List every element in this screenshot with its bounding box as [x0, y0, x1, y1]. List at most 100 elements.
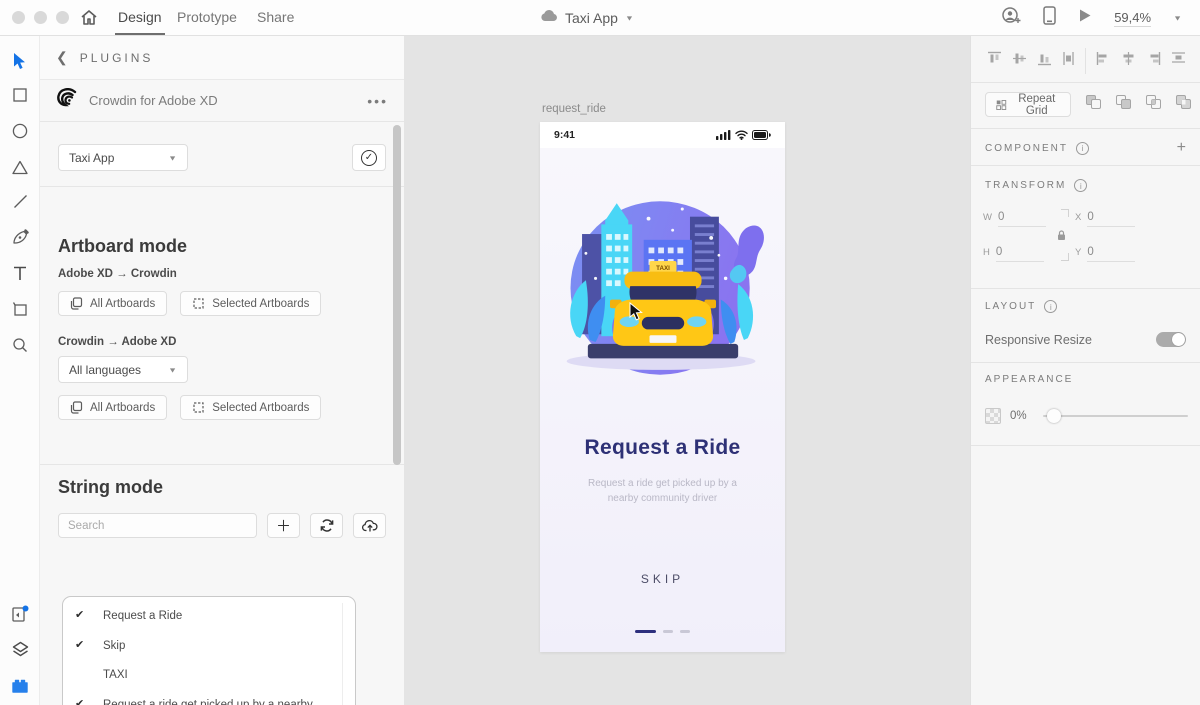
page-indicator	[540, 630, 785, 633]
crowdin-logo-icon	[56, 88, 78, 113]
selected-artboards-download-button[interactable]: Selected Artboards	[180, 395, 322, 420]
opacity-value[interactable]: 0%	[1010, 410, 1034, 422]
info-icon[interactable]: i	[1074, 179, 1088, 192]
phone-screen: TAXI Request a Ride Request a ride get p…	[540, 148, 785, 652]
project-select[interactable]: Taxi App ▼	[58, 144, 188, 171]
divider	[971, 165, 1200, 166]
device-preview-icon[interactable]	[1043, 6, 1056, 30]
plugin-manager-icon[interactable]	[0, 672, 40, 698]
list-item[interactable]: ✔ Request a Ride	[63, 597, 355, 631]
list-item[interactable]: ✔ Request a ride get picked up by a near…	[63, 690, 355, 705]
distribute-horizontal-icon[interactable]	[1171, 51, 1186, 71]
divider	[971, 82, 1200, 83]
layout-section-header: LAYOUT i	[985, 300, 1058, 313]
text-tool[interactable]	[0, 260, 40, 286]
height-field[interactable]: 0	[995, 246, 1044, 262]
boolean-exclude-icon[interactable]	[1175, 94, 1192, 115]
x-field[interactable]: 0	[1087, 211, 1136, 227]
selected-artboards-button[interactable]: Selected Artboards	[180, 291, 322, 316]
opacity-slider[interactable]	[1043, 409, 1188, 423]
xd-to-crowdin-label: Adobe XD → Crowdin	[58, 268, 177, 280]
pen-tool[interactable]	[0, 224, 40, 250]
ellipse-tool[interactable]	[0, 118, 40, 144]
refresh-strings-button[interactable]	[310, 513, 343, 538]
document-switcher[interactable]: Taxi App ▼	[540, 0, 634, 36]
panel-scrollbar[interactable]	[393, 125, 401, 465]
languages-select[interactable]: All languages ▼	[58, 356, 188, 383]
repeat-grid-button[interactable]: Repeat Grid	[985, 92, 1071, 117]
plugins-panel-icon[interactable]	[0, 601, 40, 627]
tab-design[interactable]: Design	[115, 0, 165, 35]
invite-user-icon[interactable]	[1001, 6, 1021, 30]
play-preview-icon[interactable]	[1078, 8, 1092, 28]
search-input[interactable]	[58, 513, 257, 538]
select-tool[interactable]	[0, 48, 40, 74]
align-horizontal-center-icon[interactable]	[1121, 51, 1136, 71]
refresh-icon	[320, 519, 333, 532]
info-icon[interactable]: i	[1044, 300, 1058, 313]
boolean-subtract-icon[interactable]	[1115, 94, 1132, 115]
responsive-resize-toggle[interactable]	[1156, 332, 1186, 347]
zoom-level[interactable]: 59,4%	[1114, 10, 1152, 27]
boolean-add-icon[interactable]	[1085, 94, 1102, 115]
checkmark-icon: ✔	[75, 609, 85, 621]
width-field[interactable]: 0	[997, 211, 1046, 227]
skip-button[interactable]: SKIP	[540, 572, 785, 586]
artboard-tool[interactable]	[0, 296, 40, 322]
list-item[interactable]: ✔ Skip	[63, 631, 355, 661]
layout-label: LAYOUT	[985, 301, 1037, 312]
rectangle-tool[interactable]	[0, 82, 40, 108]
align-vertical-center-icon[interactable]	[1012, 51, 1027, 71]
distribute-vertical-icon[interactable]	[1062, 51, 1075, 71]
mouse-cursor	[629, 301, 644, 327]
home-icon[interactable]	[80, 9, 98, 31]
tab-prototype[interactable]: Prototype	[177, 0, 237, 35]
opacity-checker-icon	[985, 408, 1001, 424]
back-chevron-icon[interactable]: ❮	[56, 49, 68, 66]
document-title: Taxi App	[565, 10, 618, 26]
plugins-panel-title: PLUGINS	[79, 50, 154, 65]
slider-knob[interactable]	[1047, 409, 1061, 423]
list-item[interactable]: TAXI	[63, 660, 355, 690]
height-label: H	[983, 247, 990, 258]
page-dot	[680, 630, 690, 633]
divider	[971, 288, 1200, 289]
artboard-request-ride[interactable]: 9:41 TAXI Request a Ride Request a ride …	[540, 122, 785, 652]
tab-share[interactable]: Share	[257, 0, 294, 35]
window-close-button[interactable]	[12, 11, 25, 24]
align-left-icon[interactable]	[1096, 51, 1111, 71]
plugin-title: Crowdin for Adobe XD	[89, 93, 218, 108]
more-options-icon[interactable]: •••	[367, 93, 388, 109]
artboard-name[interactable]: request_ride	[542, 103, 606, 115]
upload-strings-button[interactable]	[353, 513, 386, 538]
width-label: W	[983, 212, 992, 223]
line-tool[interactable]	[0, 188, 40, 214]
align-top-icon[interactable]	[987, 51, 1002, 71]
y-label: Y	[1075, 247, 1082, 258]
checkmark-icon: ✔	[75, 698, 85, 705]
add-string-button[interactable]: ＋	[267, 513, 300, 538]
add-component-icon[interactable]: +	[1177, 139, 1188, 157]
all-artboards-button[interactable]: All Artboards	[58, 291, 168, 316]
zoom-tool[interactable]	[0, 332, 40, 358]
lock-aspect-control[interactable]	[1049, 209, 1071, 261]
confirm-project-button[interactable]: ✓	[352, 144, 386, 171]
chevron-down-icon: ▼	[168, 365, 177, 374]
canvas[interactable]: request_ride 9:41 TAXI Request a Ride Re…	[406, 36, 970, 705]
all-artboards-download-button[interactable]: All Artboards	[58, 395, 168, 420]
align-right-icon[interactable]	[1146, 51, 1161, 71]
repeat-grid-icon	[996, 99, 1007, 110]
info-icon[interactable]: i	[1076, 141, 1089, 155]
y-field[interactable]: 0	[1087, 246, 1136, 262]
window-zoom-button[interactable]	[56, 11, 69, 24]
stack-icon	[70, 297, 83, 310]
inspector-panel: Repeat Grid COMPONENT i + TRANSFORM i W …	[970, 36, 1200, 705]
zoom-chevron-icon[interactable]: ▼	[1173, 14, 1182, 22]
window-minimize-button[interactable]	[34, 11, 47, 24]
layers-icon[interactable]	[0, 636, 40, 662]
selection-icon	[193, 402, 204, 413]
boolean-intersect-icon[interactable]	[1145, 94, 1162, 115]
align-bottom-icon[interactable]	[1037, 51, 1052, 71]
list-scroll-track	[342, 603, 343, 705]
polygon-tool[interactable]	[0, 154, 40, 180]
